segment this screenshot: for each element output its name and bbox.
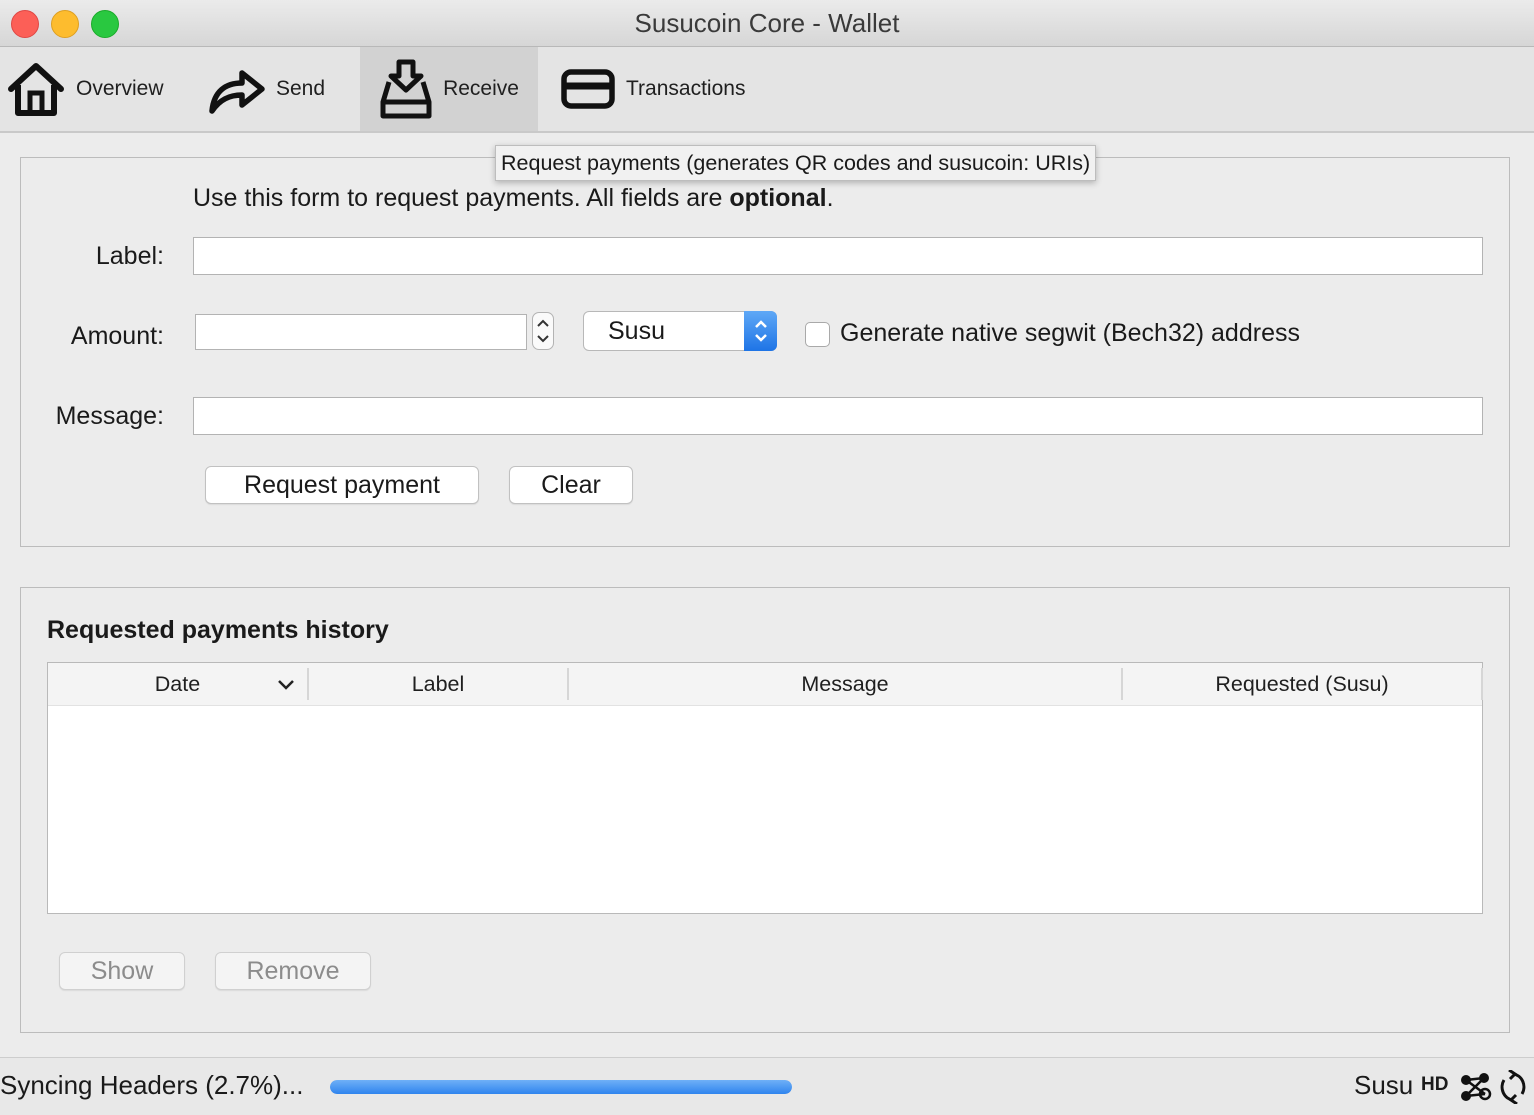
history-group: Requested payments history Date Label Me… — [20, 587, 1510, 1033]
hd-wallet-indicator: HD — [1421, 1074, 1449, 1095]
home-icon — [8, 63, 64, 116]
tab-receive[interactable]: Receive — [360, 47, 538, 131]
window-title: Susucoin Core - Wallet — [634, 8, 900, 38]
clear-button[interactable]: Clear — [509, 466, 633, 504]
unit-select[interactable]: Susu — [583, 311, 777, 351]
tab-transactions[interactable]: Transactions — [560, 47, 780, 131]
label-input[interactable] — [193, 237, 1483, 275]
select-arrows-icon — [744, 311, 777, 351]
sync-progress-bar — [330, 1080, 792, 1094]
tab-transactions-label: Transactions — [626, 77, 746, 100]
label-field-label: Label: — [95, 242, 164, 270]
history-table[interactable]: Date Label Message Requested (Susu) — [47, 662, 1483, 914]
receive-inbox-icon — [380, 59, 432, 119]
show-button[interactable]: Show — [59, 952, 185, 990]
remove-button[interactable]: Remove — [215, 952, 371, 990]
amount-field-label: Amount: — [70, 322, 164, 350]
column-date-label: Date — [154, 672, 201, 696]
chevron-down-icon — [278, 680, 294, 690]
sync-status-text: Syncing Headers (2.7%)... — [0, 1070, 304, 1100]
form-intro-text: Use this form to request payments. All f… — [193, 184, 834, 213]
message-input[interactable] — [193, 397, 1483, 435]
request-payment-button[interactable]: Request payment — [205, 466, 479, 504]
amount-stepper[interactable] — [532, 312, 554, 350]
stepper-arrows-icon — [537, 319, 549, 343]
intro-prefix: Use this form to request payments. All f… — [193, 184, 730, 212]
receive-tooltip: Request payments (generates QR codes and… — [495, 145, 1097, 181]
status-bar: Syncing Headers (2.7%)... Susu HD — [0, 1057, 1534, 1115]
history-table-header: Date Label Message Requested (Susu) — [48, 663, 1483, 706]
sync-progress-fill — [330, 1080, 792, 1094]
sync-icon — [1500, 1070, 1526, 1104]
tab-send[interactable]: Send — [206, 47, 346, 131]
tab-overview-label: Overview — [76, 77, 164, 100]
column-header-date[interactable]: Date — [48, 668, 309, 700]
credit-card-icon — [561, 69, 615, 109]
column-header-message[interactable]: Message — [569, 668, 1123, 700]
display-unit-label[interactable]: Susu — [1354, 1070, 1413, 1101]
unit-select-value: Susu — [608, 317, 665, 345]
request-form-group: Use this form to request payments. All f… — [20, 157, 1510, 547]
tab-overview[interactable]: Overview — [6, 47, 176, 131]
network-connections-icon[interactable] — [1458, 1070, 1492, 1104]
message-field-label: Message: — [55, 402, 164, 430]
title-bar: Susucoin Core - Wallet — [0, 0, 1534, 47]
intro-bold: optional — [729, 184, 827, 212]
send-arrow-icon — [209, 70, 265, 114]
intro-suffix: . — [826, 184, 834, 212]
column-header-requested[interactable]: Requested (Susu) — [1123, 668, 1483, 700]
segwit-checkbox-label[interactable]: Generate native segwit (Bech32) address — [840, 319, 1300, 348]
amount-input[interactable] — [195, 314, 527, 350]
main-toolbar: Overview Send Receive Transactions — [0, 47, 1534, 133]
tab-send-label: Send — [276, 77, 326, 100]
tab-receive-label: Receive — [443, 77, 519, 100]
history-title: Requested payments history — [47, 616, 389, 644]
column-header-label[interactable]: Label — [309, 668, 569, 700]
segwit-checkbox[interactable] — [805, 322, 830, 347]
